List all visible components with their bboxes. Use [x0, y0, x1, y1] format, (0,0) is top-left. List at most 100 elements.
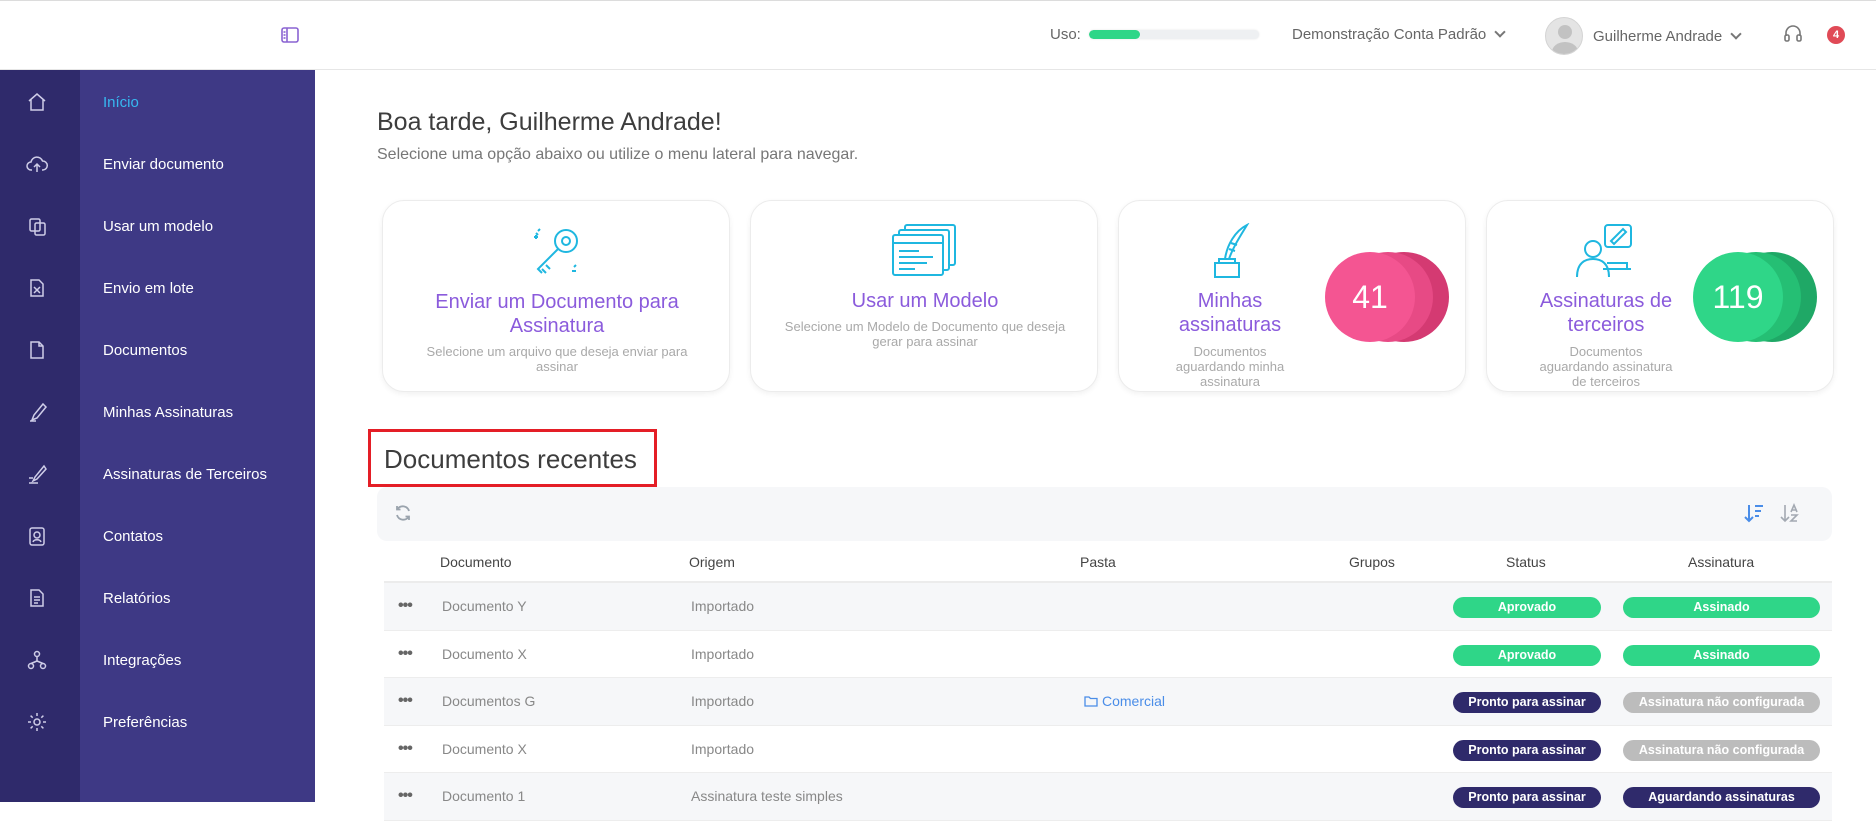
page-title: Boa tarde, Guilherme Andrade! [377, 108, 722, 136]
cell-documento: Documentos G [442, 693, 536, 709]
sidebar-item-label: Envio em lote [103, 279, 194, 297]
table-row[interactable]: ••• Documento 1 Assinatura teste simples Pr… [384, 773, 1832, 821]
sidebar-item-10[interactable]: Preferências [0, 702, 315, 742]
status-badge: Aprovado [1453, 597, 1601, 618]
template-icon [29, 218, 46, 236]
card-third-party-signatures[interactable]: Assinaturas de terceiros Documentos agua… [1486, 200, 1834, 392]
more-options-icon[interactable]: ••• [398, 740, 413, 758]
headset-icon[interactable] [1782, 23, 1804, 45]
sidebar-item-label: Assinaturas de Terceiros [103, 465, 267, 483]
chevron-down-icon [1730, 27, 1742, 40]
card-my-signatures[interactable]: Minhas assinaturas Documentos aguardando… [1118, 200, 1466, 392]
template-stack-icon [892, 224, 956, 276]
card-title: Enviar um Documento para Assinatura [435, 291, 679, 337]
sidebar-item-label: Enviar documento [103, 155, 224, 173]
cloud-upload-icon [26, 156, 48, 172]
card-title: Minhas assinaturas [1178, 290, 1282, 336]
sort-descending-icon[interactable] [1743, 502, 1765, 524]
sidebar-item-6[interactable]: Assinaturas de Terceiros [0, 454, 315, 494]
sidebar-item-label: Início [103, 93, 139, 111]
key-icon [534, 228, 578, 274]
sidebar-item-4[interactable]: Documentos [0, 330, 315, 370]
column-header-assinatura[interactable]: Assinatura [1688, 554, 1754, 570]
table-row[interactable]: ••• Documentos G Importado Comercial Pronto … [384, 678, 1832, 726]
more-options-icon[interactable]: ••• [398, 597, 413, 615]
column-header-grupos[interactable]: Grupos [1349, 554, 1395, 570]
table-row[interactable]: ••• Documento X Importado Pronto para assin… [384, 726, 1832, 773]
sidebar-item-label: Usar um modelo [103, 217, 214, 235]
status-badge: Aprovado [1453, 644, 1601, 666]
more-options-icon[interactable]: ••• [398, 787, 413, 805]
user-menu[interactable]: Guilherme Andrade [1545, 17, 1742, 55]
chevron-down-icon [1494, 26, 1506, 38]
top-bar: Uso: Demonstração Conta Padrão Guilherme… [0, 0, 1876, 70]
third-party-sign-icon [29, 464, 47, 484]
card-title: Usar um Modelo [851, 290, 999, 312]
sidebar-item-7[interactable]: Contatos [0, 516, 315, 556]
notification-badge[interactable]: 4 [1827, 26, 1845, 44]
signature-badge: Aguardando assinaturas [1623, 787, 1820, 808]
cell-origem: Importado [691, 598, 755, 614]
sidebar-item-label: Minhas Assinaturas [103, 403, 234, 421]
sidebar-toggle-icon[interactable] [280, 25, 300, 45]
recent-documents-table: Documento Origem Pasta Grupos Status Ass… [384, 543, 1832, 821]
column-header-origem[interactable]: Origem [689, 554, 735, 570]
home-icon [28, 93, 46, 111]
table-body: ••• Documento Y Importado Aprovado Assinado •… [384, 583, 1832, 821]
column-header-pasta[interactable]: Pasta [1080, 554, 1116, 570]
refresh-icon[interactable] [393, 503, 413, 523]
sort-alphabetical-icon[interactable] [1779, 502, 1801, 524]
more-options-icon[interactable]: ••• [398, 692, 413, 710]
sidebar-item-2[interactable]: Usar um modelo [0, 206, 315, 246]
column-header-documento[interactable]: Documento [440, 554, 512, 570]
document-icon [30, 341, 44, 359]
table-row[interactable]: ••• Documento Y Importado Aprovado Assinado [384, 583, 1832, 631]
card-title: Assinaturas de terceiros [1539, 290, 1673, 336]
count-bubble: 119 [1693, 251, 1818, 343]
sidebar-item-5[interactable]: Minhas Assinaturas [0, 392, 315, 432]
batch-file-icon [30, 279, 44, 297]
sidebar-item-8[interactable]: Relatórios [0, 578, 315, 618]
account-selector[interactable]: Demonstração Conta Padrão [1292, 26, 1506, 43]
cell-documento: Documento Y [442, 598, 527, 614]
cell-origem: Importado [691, 693, 755, 709]
card-description: Selecione um Modelo de Documento que des… [784, 319, 1066, 349]
sidebar-item-label: Preferências [103, 713, 188, 731]
cell-pasta[interactable]: Comercial [1084, 693, 1165, 709]
usage-label: Uso: [1050, 26, 1081, 43]
sidebar-item-3[interactable]: Envio em lote [0, 268, 315, 308]
card-description: Documentos aguardando minha assinatura [1175, 344, 1285, 389]
more-options-icon[interactable]: ••• [398, 645, 413, 663]
signature-badge: Assinado [1623, 597, 1820, 618]
quill-icon [1214, 223, 1250, 278]
contacts-icon [29, 527, 45, 546]
usage-bar [1088, 30, 1259, 39]
column-header-status[interactable]: Status [1506, 554, 1546, 570]
table-row[interactable]: ••• Documento X Importado Aprovado Assinado [384, 631, 1832, 678]
account-label: Demonstração Conta Padrão [1292, 26, 1487, 43]
sidebar-item-1[interactable]: Enviar documento [0, 144, 315, 184]
my-signatures-count: 41 [1325, 252, 1415, 342]
reports-icon [30, 589, 44, 607]
card-use-template[interactable]: Usar um Modelo Selecione um Modelo de Do… [750, 200, 1098, 392]
sidebar-item-label: Integrações [103, 651, 182, 669]
sidebar-item-label: Contatos [103, 527, 164, 545]
person-signing-icon [1576, 224, 1632, 278]
usage-indicator: Uso: [1050, 26, 1259, 43]
sidebar-item-label: Relatórios [103, 589, 171, 607]
user-name: Guilherme Andrade [1593, 27, 1723, 45]
page-subtitle: Selecione uma opção abaixo ou utilize o … [377, 146, 859, 163]
sidebar-item-label: Documentos [103, 341, 188, 359]
gear-icon [28, 713, 46, 731]
count-bubble: 41 [1325, 251, 1450, 343]
usage-bar-fill [1088, 30, 1140, 39]
third-party-signatures-count: 119 [1693, 252, 1783, 342]
signature-badge: Assinatura não configurada [1623, 739, 1820, 761]
sidebar-item-9[interactable]: Integrações [0, 640, 315, 680]
folder-icon [1084, 696, 1098, 707]
sidebar-item-0[interactable]: Início [0, 82, 315, 122]
card-send-document[interactable]: Enviar um Documento para Assinatura Sele… [382, 200, 730, 392]
avatar [1545, 17, 1583, 55]
folder-name: Comercial [1102, 693, 1166, 709]
status-badge: Pronto para assinar [1453, 787, 1601, 808]
